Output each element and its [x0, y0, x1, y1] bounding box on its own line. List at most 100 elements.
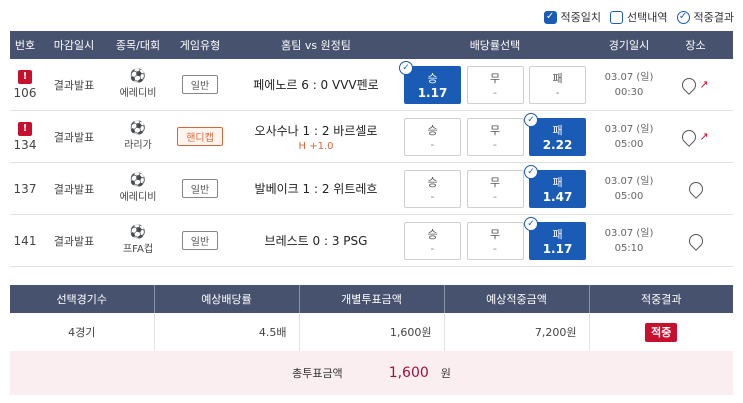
odds-button[interactable]: 승-	[404, 221, 461, 260]
filter-hit-match[interactable]: ✓ 적중일치	[543, 9, 601, 25]
odds-button[interactable]: 무-	[466, 169, 524, 208]
game-row: ! 134 결과발표 ⚽ 라리가 핸디캡 오사수나 1 : 2 바르셀로 H +1.0 승 - 무 -…	[10, 111, 733, 163]
game-datetime: 03.07 (일) 05:00	[590, 122, 668, 152]
game-datetime: 03.07 (일) 05:00	[590, 174, 668, 204]
game-time: 05:10	[614, 242, 644, 254]
summary-result-cell: 적중	[589, 313, 733, 352]
game-league: ⚽ 프FA컵	[108, 226, 168, 256]
odds-button[interactable]: ✓ 패 1.47	[524, 164, 586, 208]
game-type: 일반	[168, 231, 232, 250]
soccer-ball-icon: ⚽	[129, 173, 147, 188]
odds-button[interactable]: 승-	[404, 117, 461, 156]
total-unit: 원	[440, 367, 451, 380]
games-rows: ! 106 결과발표 ⚽ 에레디비 일반 페에노르 6 : 0 VVV펜로 ✓ 승 1.17 무 - 패…	[10, 59, 733, 267]
checkbox-empty-icon[interactable]	[610, 10, 624, 24]
location-pin-icon[interactable]	[685, 230, 706, 251]
odds-label: 무	[489, 228, 501, 241]
game-place: ↗	[668, 74, 723, 95]
alert-icon: !	[18, 121, 32, 136]
odds-button[interactable]: ✓ 승 1.17	[399, 60, 461, 104]
odds-button[interactable]: 패-	[529, 65, 586, 104]
game-number: ! 134	[10, 121, 40, 152]
game-type-badge: 일반	[181, 179, 219, 198]
filter-selection[interactable]: 선택내역	[610, 9, 668, 25]
game-number: ! 106	[10, 69, 40, 100]
match-teams: 페에노르 6 : 0 VVV펜로	[232, 76, 400, 93]
selected-check-icon: ✓	[524, 112, 538, 127]
checkbox-checked-icon[interactable]: ✓	[543, 10, 557, 24]
odds-group: ✓ 승 1.17 무 - 패 -	[399, 60, 590, 104]
summary-header-result: 적중결과	[589, 285, 733, 313]
odds-value: -	[430, 138, 435, 151]
game-number-text: 134	[13, 137, 37, 152]
match-score: 오사수나 1 : 2 바르셀로	[254, 123, 378, 138]
odds-label: 무	[489, 176, 501, 189]
game-date: 03.07 (일)	[604, 175, 654, 187]
odds-label: 패	[552, 227, 563, 241]
odds-button[interactable]: 무-	[466, 65, 524, 104]
game-number-text: 137	[13, 181, 37, 196]
location-pin-icon[interactable]	[679, 74, 700, 95]
game-type: 핸디캡	[168, 127, 232, 146]
header-odds: 배당률선택	[469, 39, 521, 52]
odds-button[interactable]: 승-	[404, 169, 461, 208]
selected-check-icon: ✓	[524, 164, 538, 179]
game-number: 137	[10, 182, 40, 196]
game-status: 결과발표	[53, 78, 95, 92]
game-number-text: 106	[13, 85, 37, 100]
odds-label: 무	[489, 124, 501, 137]
game-league: ⚽ 에레디비	[108, 70, 168, 100]
filter-hit-result[interactable]: ✓ 적중결과	[676, 9, 734, 25]
location-pin-icon[interactable]	[679, 126, 700, 147]
summary-bet: 1,600원	[299, 313, 445, 352]
soccer-ball-icon: ⚽	[129, 121, 147, 136]
game-type-badge: 일반	[181, 75, 219, 94]
odds-value: 1.47	[542, 189, 573, 204]
odds-label: 승	[427, 176, 438, 189]
game-league: ⚽ 라리가	[108, 121, 168, 152]
header-no: 번호	[14, 39, 36, 52]
game-date: 03.07 (일)	[604, 123, 654, 135]
location-pin-icon[interactable]	[685, 178, 706, 199]
match-score: 페에노르 6 : 0 VVV펜로	[253, 78, 379, 92]
total-bar: 총투표금액 1,600 원	[10, 351, 733, 395]
summary-header-odds: 예상배당률	[154, 285, 300, 313]
total-label: 총투표금액	[292, 367, 343, 380]
filter-bar: ✓ 적중일치 선택내역 ✓ 적중결과	[543, 9, 734, 25]
game-type: 일반	[168, 179, 232, 198]
header-teams: 홈팀 vs 원정팀	[281, 39, 351, 52]
odds-value: -	[493, 86, 497, 99]
odds-label: 승	[427, 71, 438, 85]
summary-header-count: 선택경기수	[10, 285, 155, 313]
odds-button[interactable]: 무-	[466, 221, 524, 260]
match-teams: 오사수나 1 : 2 바르셀로 H +1.0	[232, 122, 400, 152]
trend-chart-icon[interactable]: ↗	[699, 130, 708, 143]
selected-check-icon: ✓	[524, 216, 538, 231]
odds-value: -	[430, 242, 435, 255]
filter-label: 선택내역	[627, 11, 668, 24]
games-table-header: 번호 마감일시 종목/대회 게임유형 홈팀 vs 원정팀 배당률선택 경기일시 …	[10, 31, 733, 59]
game-type-badge: 핸디캡	[177, 127, 223, 146]
game-date: 03.07 (일)	[604, 227, 654, 239]
summary-expected: 7,200원	[444, 313, 590, 352]
odds-label: 패	[552, 175, 563, 189]
header-league: 종목/대회	[115, 39, 161, 52]
filter-label: 적중결과	[693, 11, 734, 24]
game-number: 141	[10, 234, 40, 248]
game-place: ↗	[668, 126, 723, 147]
summary-header-expected: 예상적중금액	[444, 285, 590, 313]
odds-value: -	[493, 190, 497, 203]
game-datetime: 03.07 (일) 05:10	[590, 226, 668, 256]
summary-table: 선택경기수 예상배당률 개별투표금액 예상적중금액 적중결과 4경기 4.5배 …	[10, 285, 733, 352]
odds-button[interactable]: ✓ 패 1.17	[524, 216, 586, 260]
match-score: 브레스트 0 : 3 PSG	[264, 234, 368, 248]
odds-button[interactable]: ✓ 패 2.22	[524, 112, 586, 156]
odds-group: 승 - 무 - ✓ 패 2.22	[400, 112, 590, 156]
trend-chart-icon[interactable]: ↗	[699, 78, 708, 91]
odds-group: 승 - 무 - ✓ 패 1.17	[400, 216, 590, 260]
header-date: 경기일시	[608, 39, 650, 52]
checkbox-round-icon[interactable]: ✓	[676, 10, 690, 24]
odds-value: 1.17	[542, 241, 573, 256]
odds-button[interactable]: 무-	[466, 117, 524, 156]
header-deadline: 마감일시	[53, 39, 95, 52]
